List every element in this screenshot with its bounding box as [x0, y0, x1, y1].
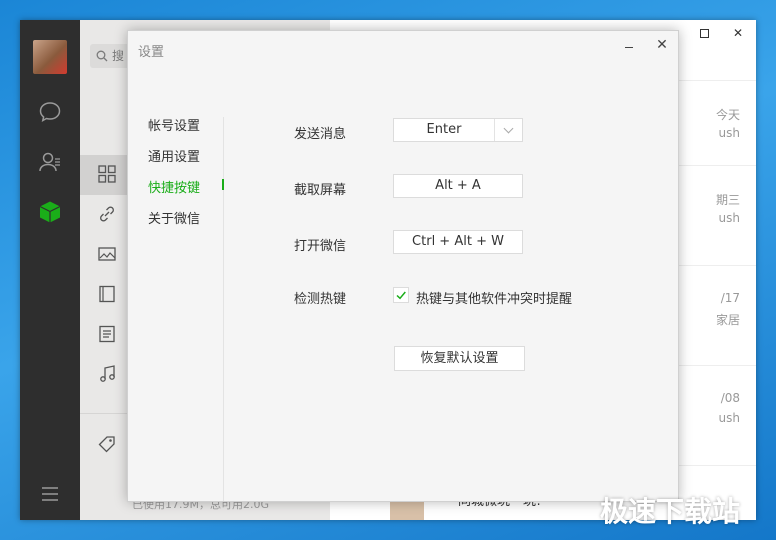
- open-wechat-label: 打开微信: [294, 239, 347, 254]
- music-icon: [100, 365, 115, 382]
- avatar[interactable]: [33, 40, 67, 74]
- book-icon: [99, 285, 115, 303]
- open-wechat-hotkey-input[interactable]: Ctrl + Alt + W: [393, 230, 523, 254]
- main-close-button[interactable]: ✕: [733, 26, 743, 40]
- search-icon: [96, 50, 108, 62]
- hotkey-conflict-label[interactable]: 热键与其他软件冲突时提醒: [416, 288, 572, 307]
- image-icon: [98, 247, 116, 261]
- screenshot-hotkey-input[interactable]: Alt + A: [393, 174, 523, 198]
- dialog-close-button[interactable]: ✕: [652, 35, 672, 55]
- main-maximize-icon[interactable]: [700, 29, 709, 38]
- chat-preview: 家居: [715, 313, 740, 327]
- menu-divider: [223, 117, 224, 501]
- send-message-dropdown[interactable]: Enter: [393, 118, 523, 142]
- tag-icon: [98, 436, 115, 453]
- search-placeholder: 搜: [112, 49, 125, 63]
- chat-date: 期三: [715, 193, 740, 207]
- nav-bar: [20, 20, 80, 520]
- screenshot-label: 截取屏幕: [294, 183, 347, 198]
- menu-item-account[interactable]: 帐号设置: [148, 115, 200, 134]
- file-icon: [99, 325, 115, 343]
- chat-date: 今天: [715, 108, 740, 122]
- menu-icon[interactable]: [38, 482, 62, 506]
- chat-date: /17: [720, 291, 740, 305]
- checkmark-icon: [396, 291, 406, 300]
- chat-preview: ush: [718, 411, 740, 425]
- chat-icon[interactable]: [38, 100, 62, 124]
- restore-defaults-button[interactable]: 恢复默认设置: [394, 346, 525, 371]
- dialog-title: 设置: [138, 45, 165, 60]
- menu-active-indicator: [222, 179, 224, 190]
- menu-item-about[interactable]: 关于微信: [148, 208, 200, 227]
- send-message-value: Enter: [394, 119, 495, 141]
- menu-item-shortcuts[interactable]: 快捷按键: [148, 177, 200, 196]
- detect-hotkey-label: 检测热键: [294, 292, 347, 307]
- menu-item-general[interactable]: 通用设置: [148, 146, 200, 165]
- chat-preview: ush: [718, 126, 740, 140]
- chat-date: /08: [720, 391, 740, 405]
- grid-icon: [98, 165, 116, 183]
- favorites-cube-icon[interactable]: [38, 200, 62, 224]
- dialog-minimize-button[interactable]: [620, 35, 640, 55]
- contacts-icon[interactable]: [38, 150, 62, 174]
- link-icon: [100, 206, 114, 222]
- settings-dialog: 设置 ✕ 帐号设置 通用设置 快捷按键 关于微信 发送消息 Enter 截取屏幕…: [127, 30, 679, 502]
- chevron-down-icon[interactable]: [495, 119, 522, 141]
- hotkey-conflict-checkbox[interactable]: [393, 287, 409, 303]
- chat-preview: ush: [718, 211, 740, 225]
- watermark-text: 极速下载站: [600, 495, 741, 528]
- send-message-label: 发送消息: [294, 127, 347, 142]
